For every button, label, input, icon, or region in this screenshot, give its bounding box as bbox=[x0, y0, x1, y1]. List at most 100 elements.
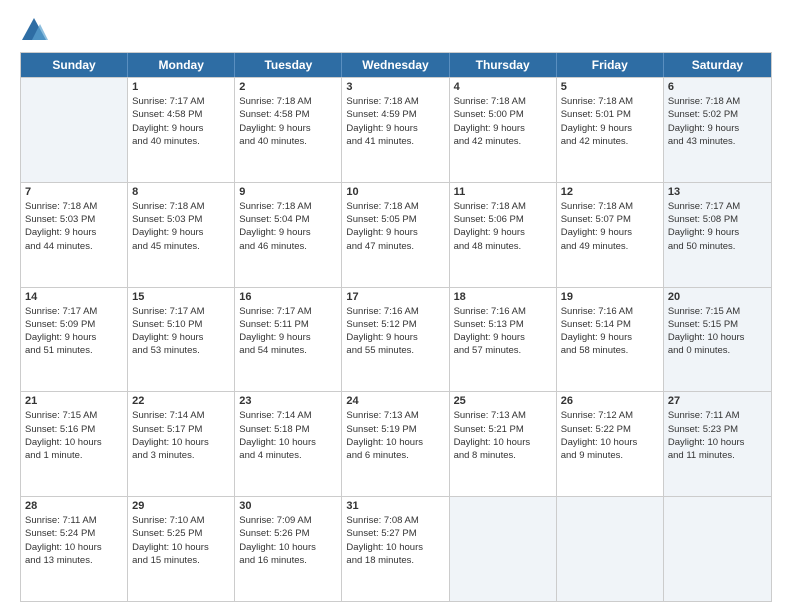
cell-info-line: Sunrise: 7:17 AM bbox=[239, 305, 337, 318]
calendar-week-row: 1Sunrise: 7:17 AMSunset: 4:58 PMDaylight… bbox=[21, 77, 771, 182]
cell-info-line: Sunset: 5:02 PM bbox=[668, 108, 767, 121]
cell-info-line: and 45 minutes. bbox=[132, 240, 230, 253]
header-day: Wednesday bbox=[342, 53, 449, 77]
calendar-cell: 15Sunrise: 7:17 AMSunset: 5:10 PMDayligh… bbox=[128, 288, 235, 392]
day-number: 31 bbox=[346, 500, 444, 512]
cell-info-line: and 13 minutes. bbox=[25, 554, 123, 567]
calendar-week-row: 7Sunrise: 7:18 AMSunset: 5:03 PMDaylight… bbox=[21, 182, 771, 287]
cell-info-line: Sunset: 4:58 PM bbox=[239, 108, 337, 121]
cell-info-line: and 18 minutes. bbox=[346, 554, 444, 567]
calendar-cell: 24Sunrise: 7:13 AMSunset: 5:19 PMDayligh… bbox=[342, 392, 449, 496]
day-number: 17 bbox=[346, 291, 444, 303]
calendar-cell: 14Sunrise: 7:17 AMSunset: 5:09 PMDayligh… bbox=[21, 288, 128, 392]
cell-info-line: Sunset: 5:16 PM bbox=[25, 423, 123, 436]
day-number: 23 bbox=[239, 395, 337, 407]
cell-info-line: Sunset: 5:23 PM bbox=[668, 423, 767, 436]
calendar-cell bbox=[557, 497, 664, 601]
calendar-cell: 23Sunrise: 7:14 AMSunset: 5:18 PMDayligh… bbox=[235, 392, 342, 496]
cell-info-line: Daylight: 10 hours bbox=[346, 541, 444, 554]
cell-info-line: Sunrise: 7:13 AM bbox=[346, 409, 444, 422]
cell-info-line: Sunrise: 7:09 AM bbox=[239, 514, 337, 527]
cell-info-line: and 48 minutes. bbox=[454, 240, 552, 253]
cell-info-line: Sunrise: 7:15 AM bbox=[25, 409, 123, 422]
cell-info-line: Daylight: 9 hours bbox=[239, 226, 337, 239]
day-number: 8 bbox=[132, 186, 230, 198]
cell-info-line: Sunrise: 7:17 AM bbox=[668, 200, 767, 213]
cell-info-line: Sunset: 4:58 PM bbox=[132, 108, 230, 121]
calendar-cell: 8Sunrise: 7:18 AMSunset: 5:03 PMDaylight… bbox=[128, 183, 235, 287]
cell-info-line: Sunrise: 7:14 AM bbox=[239, 409, 337, 422]
cell-info-line: Daylight: 9 hours bbox=[561, 331, 659, 344]
cell-info-line: and 40 minutes. bbox=[239, 135, 337, 148]
cell-info-line: and 41 minutes. bbox=[346, 135, 444, 148]
cell-info-line: Sunset: 5:19 PM bbox=[346, 423, 444, 436]
cell-info-line: Sunrise: 7:17 AM bbox=[25, 305, 123, 318]
day-number: 12 bbox=[561, 186, 659, 198]
cell-info-line: Daylight: 9 hours bbox=[454, 226, 552, 239]
cell-info-line: Sunrise: 7:17 AM bbox=[132, 305, 230, 318]
cell-info-line: Sunset: 4:59 PM bbox=[346, 108, 444, 121]
cell-info-line: and 42 minutes. bbox=[454, 135, 552, 148]
calendar-week-row: 21Sunrise: 7:15 AMSunset: 5:16 PMDayligh… bbox=[21, 391, 771, 496]
cell-info-line: Daylight: 9 hours bbox=[25, 226, 123, 239]
cell-info-line: Sunset: 5:05 PM bbox=[346, 213, 444, 226]
header-day: Friday bbox=[557, 53, 664, 77]
cell-info-line: Sunset: 5:01 PM bbox=[561, 108, 659, 121]
cell-info-line: Daylight: 10 hours bbox=[25, 436, 123, 449]
calendar-cell: 6Sunrise: 7:18 AMSunset: 5:02 PMDaylight… bbox=[664, 78, 771, 182]
cell-info-line: Sunrise: 7:16 AM bbox=[561, 305, 659, 318]
day-number: 15 bbox=[132, 291, 230, 303]
cell-info-line: Daylight: 9 hours bbox=[561, 122, 659, 135]
calendar-cell: 31Sunrise: 7:08 AMSunset: 5:27 PMDayligh… bbox=[342, 497, 449, 601]
cell-info-line: Daylight: 10 hours bbox=[239, 541, 337, 554]
cell-info-line: and 40 minutes. bbox=[132, 135, 230, 148]
cell-info-line: and 42 minutes. bbox=[561, 135, 659, 148]
cell-info-line: Sunrise: 7:12 AM bbox=[561, 409, 659, 422]
calendar-cell: 19Sunrise: 7:16 AMSunset: 5:14 PMDayligh… bbox=[557, 288, 664, 392]
cell-info-line: and 8 minutes. bbox=[454, 449, 552, 462]
calendar-cell: 1Sunrise: 7:17 AMSunset: 4:58 PMDaylight… bbox=[128, 78, 235, 182]
day-number: 24 bbox=[346, 395, 444, 407]
cell-info-line: and 54 minutes. bbox=[239, 344, 337, 357]
cell-info-line: Sunrise: 7:18 AM bbox=[454, 95, 552, 108]
cell-info-line: Sunrise: 7:13 AM bbox=[454, 409, 552, 422]
cell-info-line: Daylight: 9 hours bbox=[668, 226, 767, 239]
header-day: Saturday bbox=[664, 53, 771, 77]
cell-info-line: and 11 minutes. bbox=[668, 449, 767, 462]
day-number: 13 bbox=[668, 186, 767, 198]
cell-info-line: Sunrise: 7:18 AM bbox=[346, 200, 444, 213]
cell-info-line: Sunset: 5:13 PM bbox=[454, 318, 552, 331]
day-number: 20 bbox=[668, 291, 767, 303]
cell-info-line: and 43 minutes. bbox=[668, 135, 767, 148]
day-number: 3 bbox=[346, 81, 444, 93]
cell-info-line: Daylight: 10 hours bbox=[132, 541, 230, 554]
day-number: 19 bbox=[561, 291, 659, 303]
logo bbox=[20, 16, 52, 44]
cell-info-line: Sunrise: 7:18 AM bbox=[25, 200, 123, 213]
cell-info-line: Sunrise: 7:18 AM bbox=[239, 95, 337, 108]
cell-info-line: and 44 minutes. bbox=[25, 240, 123, 253]
cell-info-line: Sunrise: 7:10 AM bbox=[132, 514, 230, 527]
cell-info-line: Daylight: 9 hours bbox=[346, 226, 444, 239]
cell-info-line: and 51 minutes. bbox=[25, 344, 123, 357]
calendar-cell: 26Sunrise: 7:12 AMSunset: 5:22 PMDayligh… bbox=[557, 392, 664, 496]
cell-info-line: Daylight: 10 hours bbox=[454, 436, 552, 449]
cell-info-line: and 50 minutes. bbox=[668, 240, 767, 253]
cell-info-line: and 4 minutes. bbox=[239, 449, 337, 462]
cell-info-line: Sunrise: 7:18 AM bbox=[239, 200, 337, 213]
cell-info-line: Daylight: 10 hours bbox=[132, 436, 230, 449]
day-number: 29 bbox=[132, 500, 230, 512]
cell-info-line: and 6 minutes. bbox=[346, 449, 444, 462]
cell-info-line: Daylight: 9 hours bbox=[239, 331, 337, 344]
day-number: 22 bbox=[132, 395, 230, 407]
calendar-cell: 16Sunrise: 7:17 AMSunset: 5:11 PMDayligh… bbox=[235, 288, 342, 392]
cell-info-line: Daylight: 10 hours bbox=[668, 331, 767, 344]
day-number: 28 bbox=[25, 500, 123, 512]
cell-info-line: Daylight: 10 hours bbox=[561, 436, 659, 449]
header-day: Thursday bbox=[450, 53, 557, 77]
calendar-week-row: 14Sunrise: 7:17 AMSunset: 5:09 PMDayligh… bbox=[21, 287, 771, 392]
day-number: 2 bbox=[239, 81, 337, 93]
calendar-cell: 2Sunrise: 7:18 AMSunset: 4:58 PMDaylight… bbox=[235, 78, 342, 182]
calendar-cell: 22Sunrise: 7:14 AMSunset: 5:17 PMDayligh… bbox=[128, 392, 235, 496]
calendar-cell: 25Sunrise: 7:13 AMSunset: 5:21 PMDayligh… bbox=[450, 392, 557, 496]
